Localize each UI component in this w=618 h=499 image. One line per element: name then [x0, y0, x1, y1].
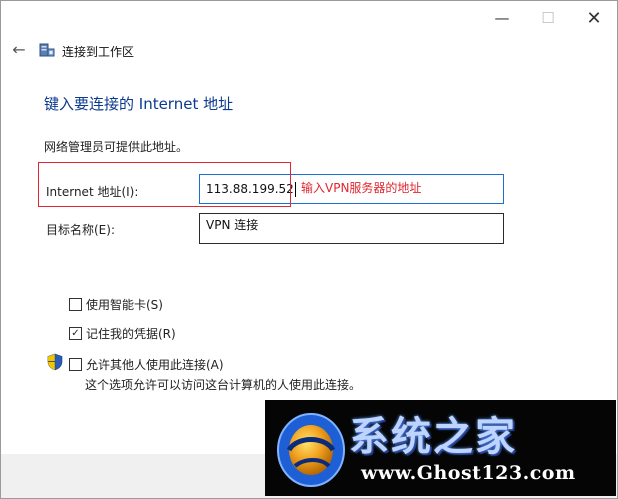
watermark-title: 系统之家: [349, 413, 517, 460]
title-bar: — ☐ ✕: [1, 1, 617, 35]
allow-others-option[interactable]: 允许其他人使用此连接(A): [69, 356, 224, 373]
maximize-button[interactable]: ☐: [525, 1, 571, 35]
allow-others-note: 这个选项允许可以访问这台计算机的人使用此连接。: [85, 378, 362, 392]
annotation-divider: [290, 175, 291, 203]
destination-name-value: VPN 连接: [206, 218, 259, 232]
smart-card-checkbox[interactable]: [69, 298, 82, 311]
smart-card-option[interactable]: 使用智能卡(S): [69, 296, 163, 313]
network-computer-icon: [39, 43, 55, 57]
annotation-highlight-box: [38, 162, 291, 207]
destination-name-input[interactable]: VPN 连接: [199, 213, 504, 244]
minimize-button[interactable]: —: [479, 1, 525, 35]
watermark-banner: 系统之家 www.Ghost123.com: [265, 400, 616, 496]
remember-credentials-checkbox[interactable]: ✓: [69, 327, 82, 340]
page-heading: 键入要连接的 Internet 地址: [44, 95, 234, 113]
watermark-url: www.Ghost123.com: [361, 462, 576, 484]
text-caret: [294, 182, 296, 197]
annotation-callout: 输入VPN服务器的地址: [301, 181, 422, 195]
close-button[interactable]: ✕: [571, 1, 617, 35]
back-button[interactable]: ←: [10, 41, 28, 59]
smart-card-label: 使用智能卡(S): [86, 298, 163, 312]
globe-logo-icon: [277, 413, 345, 487]
allow-others-label: 允许其他人使用此连接(A): [86, 358, 224, 372]
page-description: 网络管理员可提供此地址。: [44, 140, 189, 154]
remember-credentials-option[interactable]: ✓ 记住我的凭据(R): [69, 325, 176, 342]
allow-others-checkbox[interactable]: [69, 358, 82, 371]
destination-name-label: 目标名称(E):: [46, 223, 115, 237]
remember-credentials-label: 记住我的凭据(R): [86, 327, 176, 341]
uac-shield-icon: [47, 353, 63, 371]
wizard-title: 连接到工作区: [62, 45, 135, 59]
